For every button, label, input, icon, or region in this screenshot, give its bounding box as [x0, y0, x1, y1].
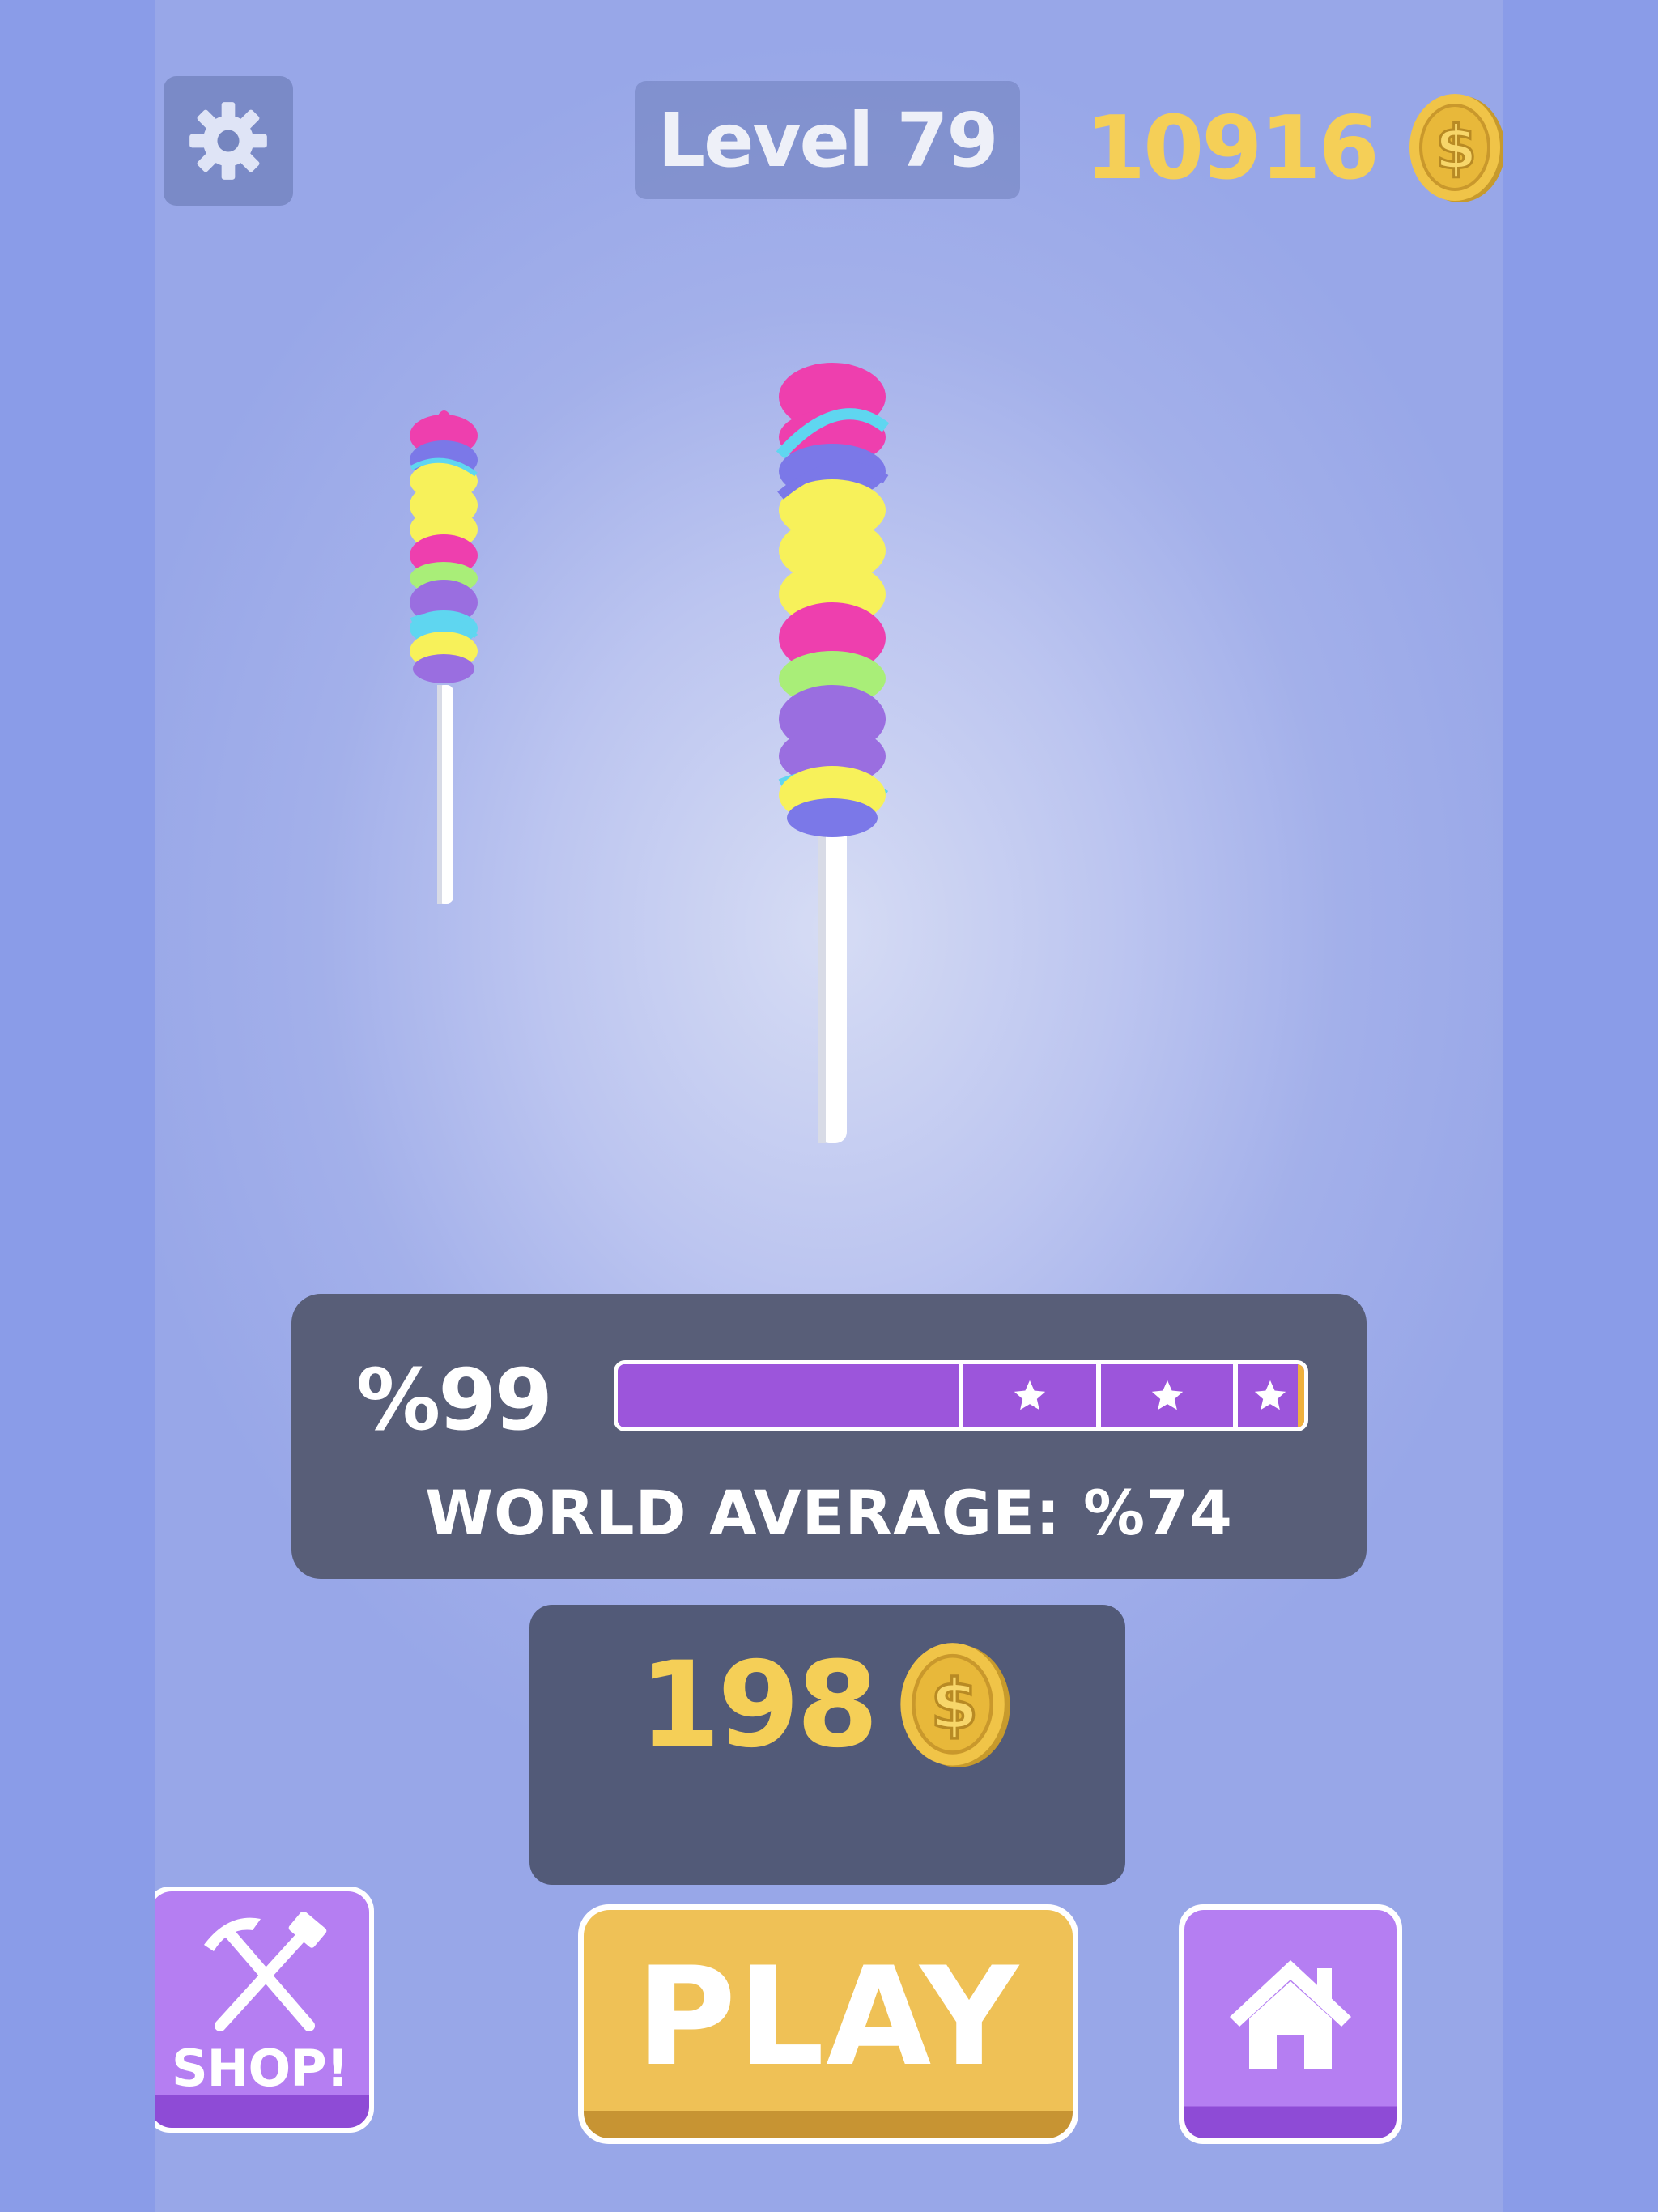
svg-text:$: $ — [1435, 113, 1474, 183]
settings-button[interactable] — [164, 76, 293, 206]
progress-remainder — [1297, 1364, 1304, 1427]
world-average-label: WORLD AVERAGE: %74 — [425, 1477, 1233, 1549]
progress-segment-divider — [1233, 1364, 1238, 1427]
hammer-pickaxe-icon — [204, 1912, 327, 2031]
gear-icon — [189, 102, 267, 180]
player-lollipop — [776, 363, 890, 1143]
reward-amount: 198 — [638, 1636, 879, 1774]
level-indicator: Level 79 — [635, 81, 1020, 199]
star-icon — [1151, 1380, 1183, 1410]
reward-panel: 198 $ — [529, 1605, 1125, 1885]
star-icon — [1014, 1380, 1045, 1410]
play-label: PLAY — [636, 1938, 1020, 2096]
coin-counter: 10916 $ — [1085, 87, 1503, 209]
progress-segment-divider — [959, 1364, 963, 1427]
score-percent: %99 — [356, 1351, 553, 1449]
reward-row: 198 $ — [529, 1632, 1125, 1778]
progress-segment-divider — [1096, 1364, 1101, 1427]
play-button[interactable]: PLAY — [578, 1904, 1078, 2144]
play-button-face: PLAY — [584, 1910, 1073, 2138]
coin-dollar-icon: $ — [1409, 94, 1503, 202]
star-icon — [1254, 1380, 1286, 1410]
home-button-face — [1184, 1910, 1397, 2138]
home-button[interactable] — [1179, 1904, 1402, 2144]
coin-dollar-icon: $ — [900, 1643, 1011, 1767]
reference-lollipop — [410, 410, 478, 904]
left-letterbox — [0, 0, 155, 2212]
right-letterbox — [1503, 0, 1658, 2212]
shop-button-face: SHOP! — [155, 1891, 369, 2128]
coin-total: 10916 — [1085, 97, 1380, 199]
game-stage: Level 79 10916 $ %99 WORLD AVERAGE: %74 … — [155, 0, 1503, 2212]
score-progress-bar — [614, 1360, 1308, 1431]
home-icon — [1230, 1960, 1351, 2069]
level-label: Level 79 — [657, 96, 999, 184]
shop-button[interactable]: SHOP! — [155, 1887, 374, 2133]
result-panel: %99 WORLD AVERAGE: %74 — [291, 1294, 1367, 1579]
shop-label: SHOP! — [172, 2039, 349, 2098]
progress-fill — [618, 1364, 1298, 1427]
svg-text:$: $ — [931, 1665, 975, 1746]
